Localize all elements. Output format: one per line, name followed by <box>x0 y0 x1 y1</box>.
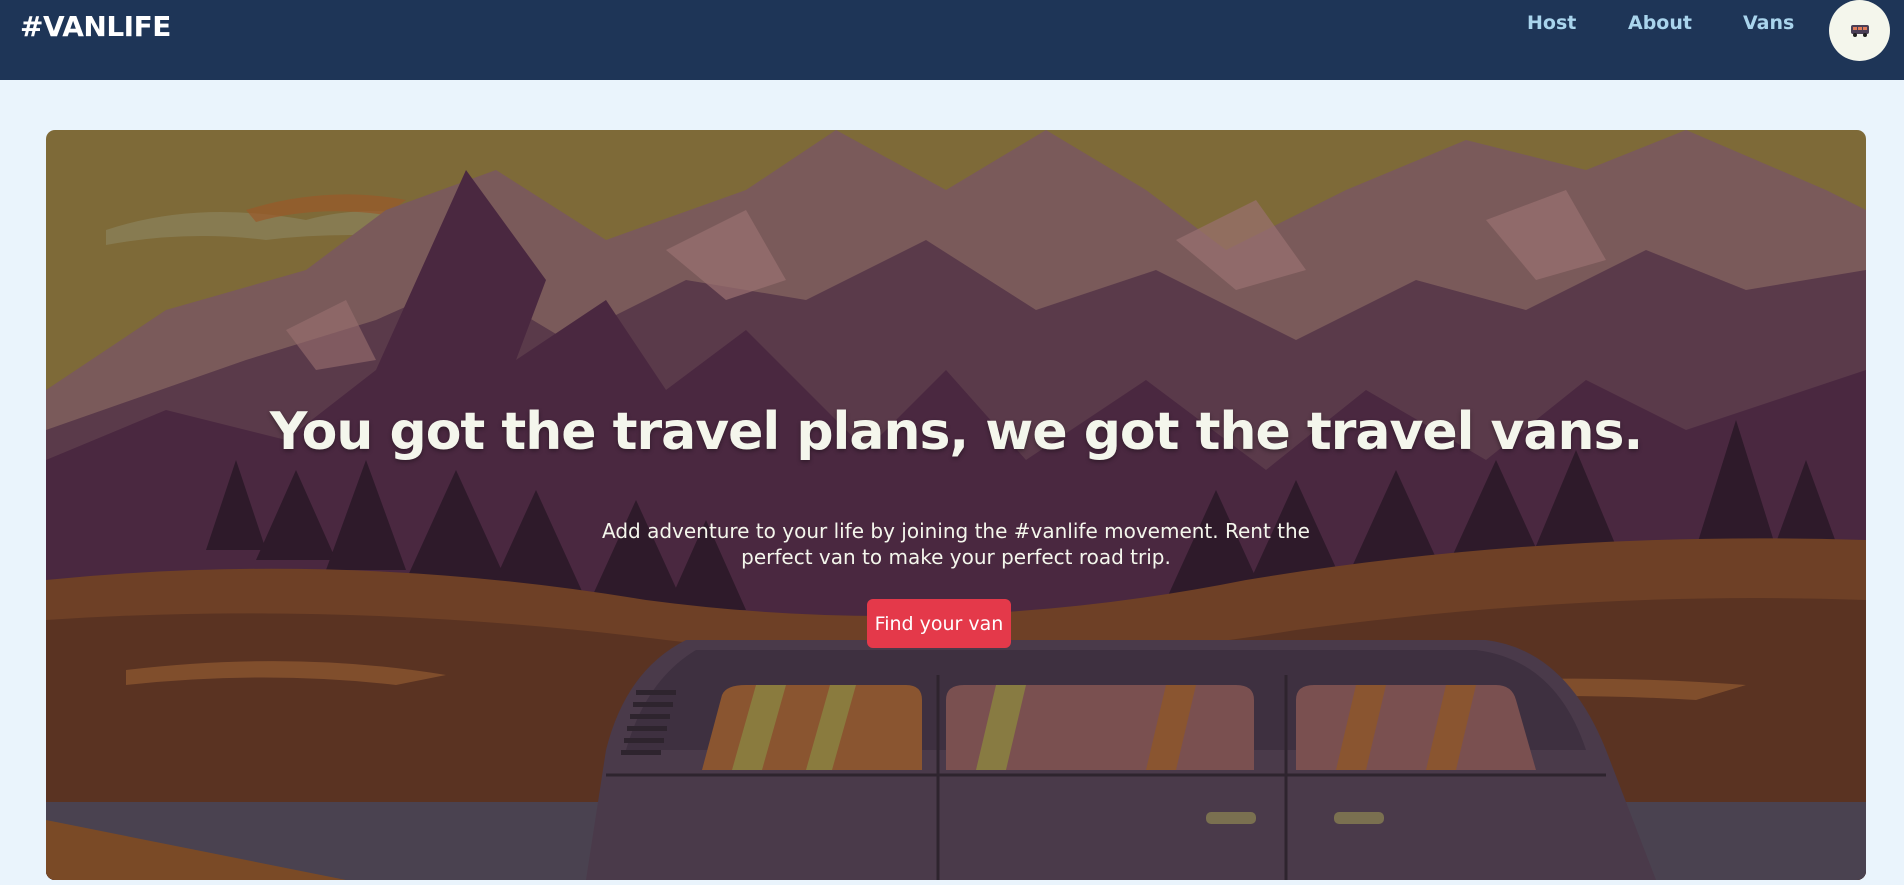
nav-link-vans[interactable]: Vans <box>1743 12 1794 34</box>
hero-illustration <box>46 130 1866 880</box>
hero-banner: You got the travel plans, we got the tra… <box>46 130 1866 880</box>
nav-link-about[interactable]: About <box>1628 12 1692 34</box>
find-your-van-button[interactable]: Find your van <box>867 599 1011 648</box>
nav-link-host[interactable]: Host <box>1527 12 1576 34</box>
hero-title: You got the travel plans, we got the tra… <box>269 402 1644 462</box>
hero-subtitle: Add adventure to your life by joining th… <box>602 519 1310 569</box>
user-avatar[interactable] <box>1829 0 1890 61</box>
site-logo[interactable]: #VANLIFE <box>20 10 171 43</box>
van-avatar-icon <box>1850 24 1869 37</box>
navbar: #VANLIFE Host About Vans <box>0 0 1904 80</box>
